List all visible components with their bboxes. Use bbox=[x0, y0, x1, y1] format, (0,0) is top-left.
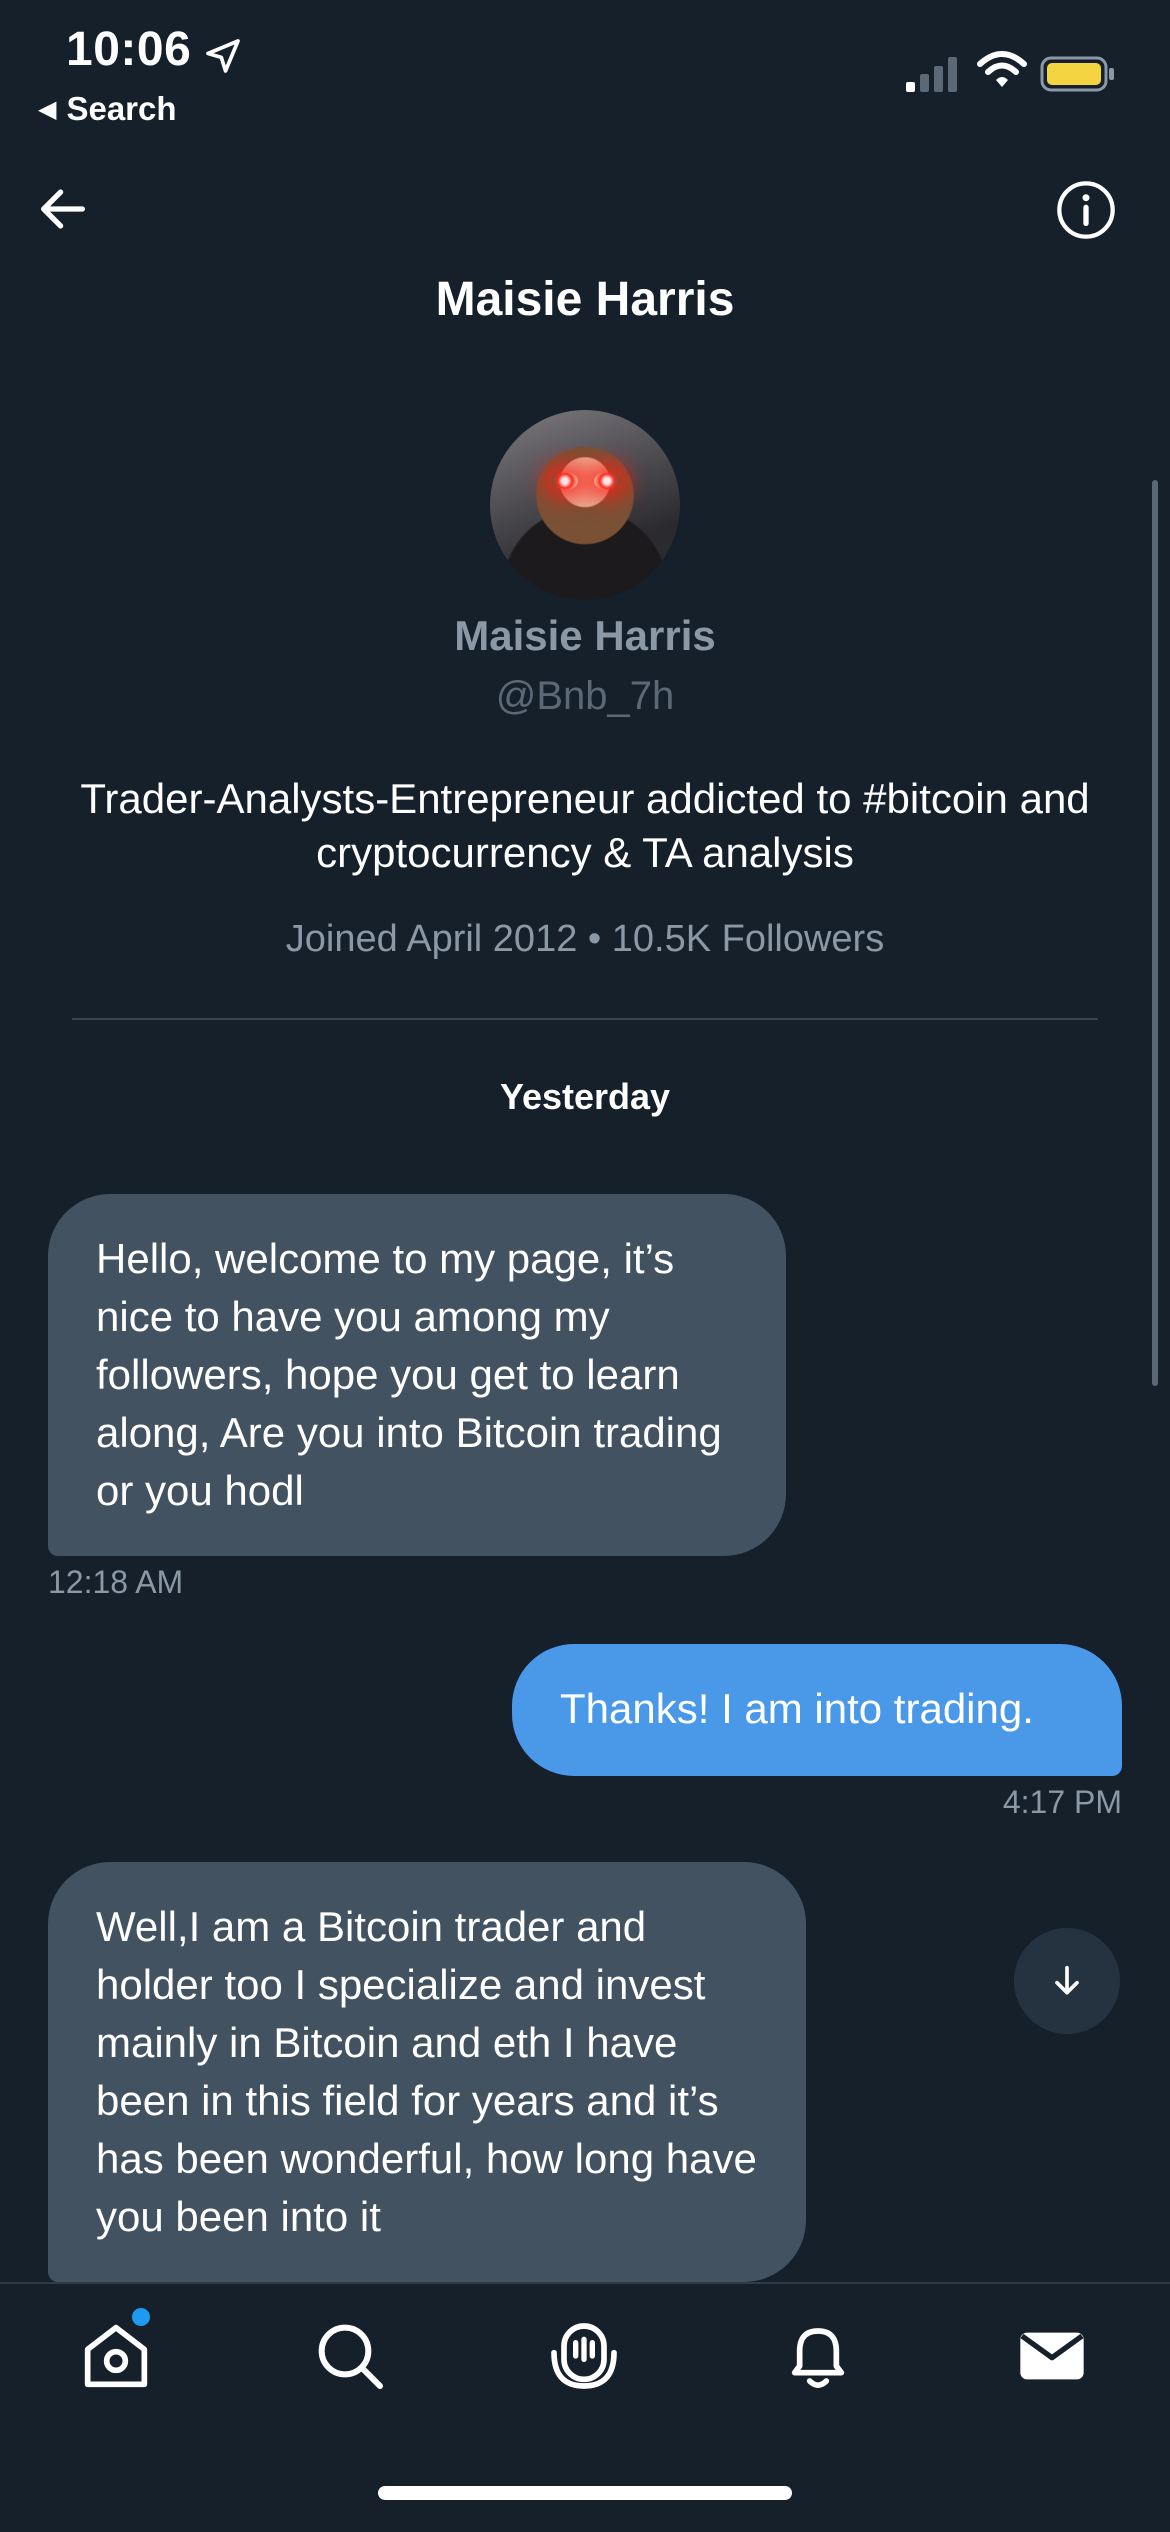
profile-meta: Joined April 2012 • 10.5K Followers bbox=[285, 918, 885, 960]
wifi-icon bbox=[977, 51, 1027, 87]
search-icon[interactable] bbox=[310, 2316, 390, 2396]
bell-icon[interactable] bbox=[778, 2316, 858, 2396]
profile-handle[interactable]: @Bnb_7h bbox=[0, 674, 1170, 719]
back-arrow-icon[interactable] bbox=[34, 180, 92, 238]
back-to-search[interactable]: ◀ Search bbox=[38, 90, 177, 128]
message-bubble-incoming[interactable]: Hello, welcome to my page, it’s nice to … bbox=[48, 1194, 786, 1556]
mail-icon[interactable] bbox=[1012, 2316, 1092, 2396]
info-icon[interactable] bbox=[1054, 178, 1118, 242]
arrow-down-icon bbox=[1055, 1965, 1079, 1995]
avatar[interactable] bbox=[490, 410, 680, 600]
home-icon[interactable] bbox=[76, 2316, 156, 2396]
signal-icon bbox=[906, 57, 957, 92]
back-app-label: Search bbox=[66, 90, 177, 127]
home-indicator[interactable] bbox=[378, 2486, 792, 2500]
battery-icon bbox=[1040, 56, 1114, 92]
message-bubble-outgoing[interactable]: Thanks! I am into trading. bbox=[512, 1644, 1122, 1776]
profile-bio: Trader-Analysts-Entrepreneur addicted to… bbox=[80, 775, 1090, 876]
back-triangle-icon: ◀ bbox=[38, 95, 57, 123]
profile-name[interactable]: Maisie Harris bbox=[0, 612, 1170, 660]
message-timestamp: 4:17 PM bbox=[1002, 1784, 1122, 1820]
message-bubble-incoming[interactable]: Well,I am a Bitcoin trader and holder to… bbox=[48, 1862, 806, 2282]
dm-conversation-screen: 10:06 ◀ Search Maisie Harris Maisie Harr… bbox=[0, 0, 1170, 2532]
spaces-icon[interactable] bbox=[544, 2316, 624, 2396]
message-timestamp: 12:18 AM bbox=[48, 1564, 184, 1600]
notification-dot bbox=[132, 2308, 150, 2326]
page-title: Maisie Harris bbox=[435, 273, 735, 326]
scroll-to-bottom-button[interactable] bbox=[1014, 1928, 1120, 2034]
laser-eye-right bbox=[594, 472, 620, 490]
divider bbox=[72, 1018, 1098, 1020]
scrollbar[interactable] bbox=[1152, 480, 1158, 1386]
status-time: 10:06 bbox=[66, 23, 192, 76]
location-arrow-icon bbox=[206, 39, 240, 73]
day-separator: Yesterday bbox=[499, 1076, 671, 1117]
laser-eye-left bbox=[552, 472, 578, 490]
